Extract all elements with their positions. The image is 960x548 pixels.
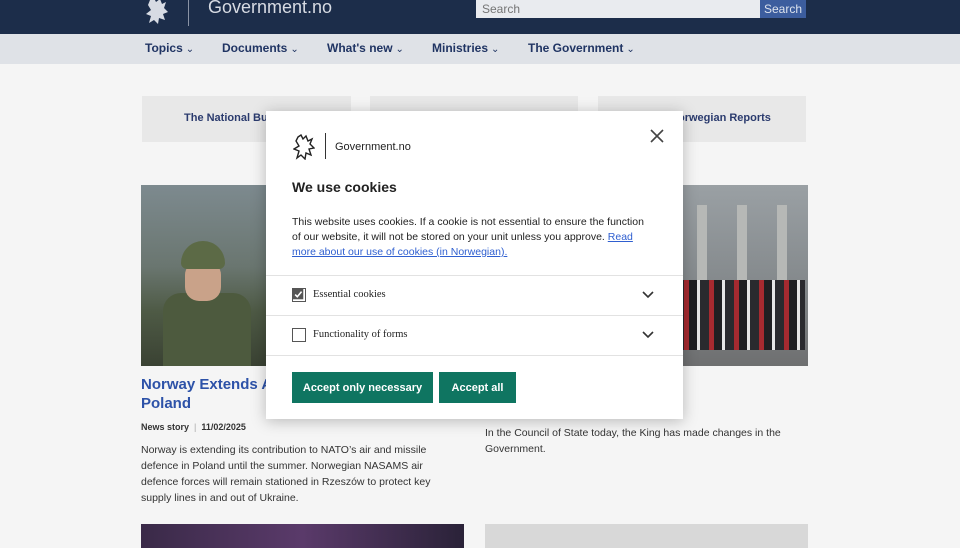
logo-divider xyxy=(325,133,326,159)
cookie-option-forms[interactable]: Functionality of forms xyxy=(266,315,683,355)
close-button[interactable] xyxy=(647,126,667,146)
cookie-option-essential[interactable]: Essential cookies xyxy=(266,275,683,315)
forms-cookies-checkbox[interactable] xyxy=(292,328,306,342)
dialog-heading: We use cookies xyxy=(292,179,397,195)
divider xyxy=(266,355,683,356)
checkmark-icon xyxy=(293,289,304,300)
lion-logo-icon xyxy=(293,134,315,160)
accept-necessary-button[interactable]: Accept only necessary xyxy=(292,372,433,403)
dialog-body-text: This website uses cookies. If a cookie i… xyxy=(292,216,644,243)
dialog-body: This website uses cookies. If a cookie i… xyxy=(292,215,654,260)
dialog-brand: Government.no xyxy=(335,141,411,153)
chevron-down-icon[interactable] xyxy=(641,289,655,301)
chevron-down-icon[interactable] xyxy=(641,329,655,341)
cookie-option-label: Essential cookies xyxy=(313,289,386,300)
cookie-dialog: Government.no We use cookies This websit… xyxy=(266,111,683,419)
accept-all-button[interactable]: Accept all xyxy=(439,372,516,403)
essential-cookies-checkbox[interactable] xyxy=(292,288,306,302)
cookie-option-label: Functionality of forms xyxy=(313,329,408,340)
close-icon xyxy=(650,129,664,143)
